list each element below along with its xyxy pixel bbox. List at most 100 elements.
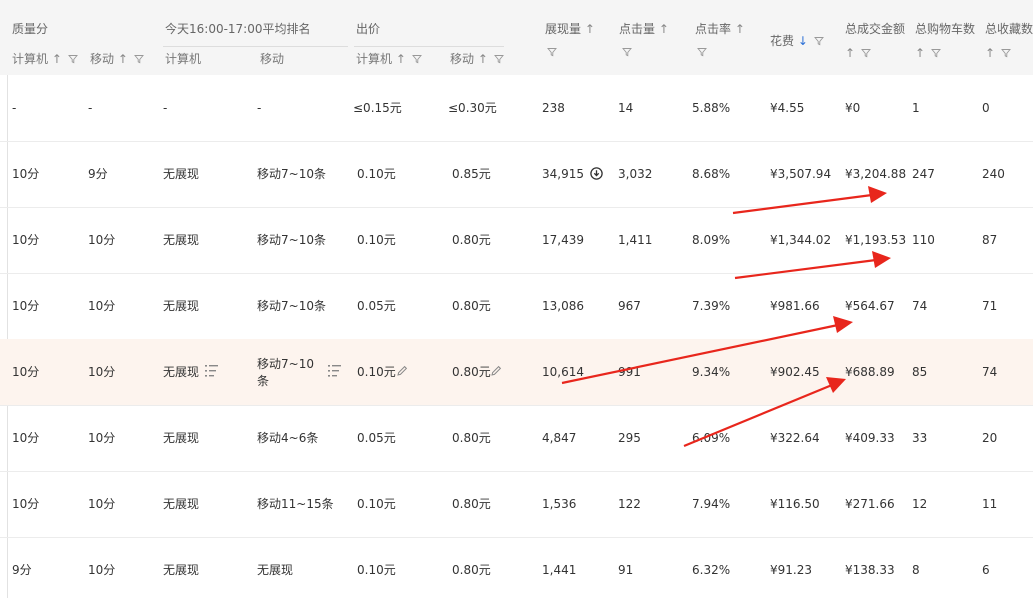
filter-icon[interactable] xyxy=(622,47,632,57)
quality-mobile: 9分 xyxy=(88,167,108,181)
header-bid-computer[interactable]: 计算机 ↑ xyxy=(356,52,422,66)
bid-computer: 0.10元 xyxy=(357,233,396,247)
ctr: 6.09% xyxy=(692,431,731,445)
clicks: 14 xyxy=(618,101,634,115)
cart: 1 xyxy=(912,101,920,115)
header-computer-label: 计算机 xyxy=(356,52,393,66)
sort-up-icon[interactable]: ↑ xyxy=(52,52,62,66)
impressions: 238 xyxy=(542,101,565,115)
sort-up-icon[interactable]: ↑ xyxy=(396,52,406,66)
list-sort-icon[interactable] xyxy=(328,364,341,378)
cost: ¥3,507.94 xyxy=(770,167,832,181)
rank-mobile: 移动4~6条 xyxy=(257,431,319,445)
sort-up-icon[interactable]: ↑ xyxy=(118,52,128,66)
sort-up-icon[interactable]: ↑ xyxy=(915,46,925,60)
cart: 12 xyxy=(912,497,928,511)
bid-mobile: 0.80元 xyxy=(452,497,491,511)
quality-mobile: 10分 xyxy=(88,365,116,379)
sort-up-icon[interactable]: ↑ xyxy=(585,22,595,36)
header-clicks[interactable]: 点击量 ↑ xyxy=(619,22,669,36)
bid-computer: 0.05元 xyxy=(357,431,396,445)
table-row-hovered[interactable]: 10分 10分 无展现 移动7~10 条 0.10元 0.80元 10,614 … xyxy=(0,339,1033,406)
bid-computer: 0.10元 xyxy=(357,497,396,511)
list-sort-icon[interactable] xyxy=(205,364,218,378)
header-cost[interactable]: 花费 ↓ xyxy=(770,34,824,48)
header-rank-divider xyxy=(163,46,348,47)
header-rank-computer: 计算机 xyxy=(165,52,202,66)
quality-mobile: 10分 xyxy=(88,431,116,445)
gmv: ¥271.66 xyxy=(845,497,895,511)
fav: 0 xyxy=(982,101,990,115)
header-cart-tools[interactable]: ↑ xyxy=(915,46,941,60)
cart: 8 xyxy=(912,563,920,577)
filter-icon[interactable] xyxy=(547,47,557,57)
header-gmv-tools[interactable]: ↑ xyxy=(845,46,871,60)
filter-icon[interactable] xyxy=(931,48,941,58)
clicks: 295 xyxy=(618,431,641,445)
sort-up-icon[interactable]: ↑ xyxy=(735,22,745,36)
cart: 74 xyxy=(912,299,928,313)
sort-up-icon[interactable]: ↑ xyxy=(478,52,488,66)
bid-computer: ≤0.15元 xyxy=(353,101,402,115)
rank-mobile: 移动11~15条 xyxy=(257,497,334,511)
fav: 74 xyxy=(982,365,998,379)
header-fav-tools[interactable]: ↑ xyxy=(985,46,1011,60)
filter-icon[interactable] xyxy=(68,54,78,64)
quality-mobile: - xyxy=(88,101,93,115)
cost: ¥322.64 xyxy=(770,431,820,445)
bid-mobile: 0.80元 xyxy=(452,233,491,247)
filter-icon[interactable] xyxy=(494,54,504,64)
filter-icon[interactable] xyxy=(412,54,422,64)
cost: ¥1,344.02 xyxy=(770,233,832,247)
ctr: 9.34% xyxy=(692,365,731,379)
header-ctr-label: 点击率 xyxy=(695,22,732,36)
header-quality-computer[interactable]: 计算机 ↑ xyxy=(12,52,78,66)
rank-computer: 无展现 xyxy=(163,497,200,511)
header-mobile-label: 移动 xyxy=(90,52,115,66)
rank-computer: 无展现 xyxy=(163,365,200,379)
filter-icon[interactable] xyxy=(1001,48,1011,58)
rank-mobile-line2: 条 xyxy=(257,374,270,388)
table-row: 10分 10分 无展现 移动11~15条 0.10元 0.80元 1,536 1… xyxy=(0,471,1033,538)
header-rank-mobile: 移动 xyxy=(260,52,285,66)
sort-up-icon[interactable]: ↑ xyxy=(845,46,855,60)
impressions: 13,086 xyxy=(542,299,584,313)
bid-mobile: 0.80元 xyxy=(452,365,491,379)
edit-pencil-icon[interactable] xyxy=(490,365,502,377)
bid-computer: 0.10元 xyxy=(357,563,396,577)
header-cost-label: 花费 xyxy=(770,34,795,48)
filter-icon[interactable] xyxy=(861,48,871,58)
header-quality-mobile[interactable]: 移动 ↑ xyxy=(90,52,144,66)
bid-computer: 0.10元 xyxy=(357,365,396,379)
impressions: 1,536 xyxy=(542,497,577,511)
cart: 85 xyxy=(912,365,928,379)
header-rank: 今天16:00-17:00平均排名 xyxy=(165,22,311,36)
rank-mobile: 移动7~10条 xyxy=(257,233,326,247)
cart: 247 xyxy=(912,167,935,181)
edit-pencil-icon[interactable] xyxy=(396,365,408,377)
header-ctr[interactable]: 点击率 ↑ xyxy=(695,22,745,36)
filter-icon[interactable] xyxy=(697,47,707,57)
fav: 6 xyxy=(982,563,990,577)
rank-mobile: - xyxy=(257,101,262,115)
header-bid-divider xyxy=(354,46,504,47)
header-bid-mobile[interactable]: 移动 ↑ xyxy=(450,52,504,66)
clicks: 1,411 xyxy=(618,233,653,247)
header-impressions[interactable]: 展现量 ↑ xyxy=(545,22,595,36)
sort-up-icon[interactable]: ↑ xyxy=(985,46,995,60)
quality-computer: 10分 xyxy=(12,299,40,313)
quality-mobile: 10分 xyxy=(88,233,116,247)
filter-icon[interactable] xyxy=(814,36,824,46)
quality-computer: - xyxy=(12,101,17,115)
gmv: ¥409.33 xyxy=(845,431,895,445)
table-row: 10分 9分 无展现 移动7~10条 0.10元 0.85元 34,915 3,… xyxy=(0,141,1033,208)
filter-icon[interactable] xyxy=(134,54,144,64)
header-fav: 总收藏数 xyxy=(985,22,1033,36)
cost: ¥91.23 xyxy=(770,563,812,577)
clicks: 122 xyxy=(618,497,641,511)
sort-up-icon[interactable]: ↑ xyxy=(659,22,669,36)
impressions: 34,915 xyxy=(542,167,584,181)
sort-down-icon[interactable]: ↓ xyxy=(798,34,808,48)
download-icon[interactable] xyxy=(590,167,603,180)
ctr: 6.32% xyxy=(692,563,731,577)
